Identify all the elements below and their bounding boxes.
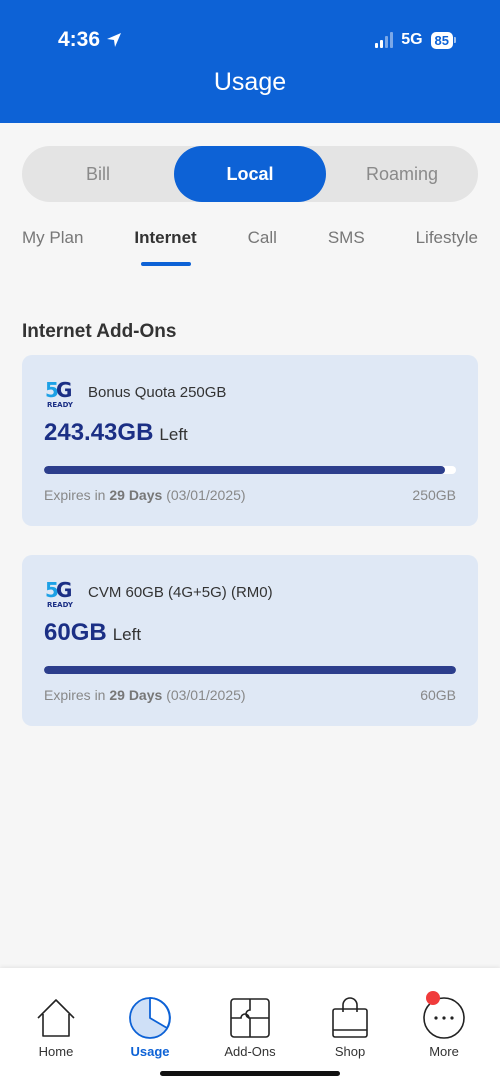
segment-local[interactable]: Local bbox=[174, 146, 326, 202]
svg-text:G: G bbox=[56, 578, 72, 602]
svg-text:READY: READY bbox=[47, 401, 74, 409]
addon-card[interactable]: 5 G READY CVM 60GB (4G+5G) (RM0) 60GB Le… bbox=[22, 555, 478, 726]
clock-text: 4:36 bbox=[58, 28, 101, 51]
addon-expiry: Expires in 29 Days (03/01/2025) bbox=[44, 687, 246, 703]
usage-progress-bar bbox=[44, 466, 456, 474]
nav-add-ons[interactable]: Add-Ons bbox=[210, 996, 290, 1059]
addon-total: 250GB bbox=[412, 487, 456, 503]
segment-bill[interactable]: Bill bbox=[22, 146, 174, 202]
home-indicator bbox=[160, 1071, 340, 1076]
remaining-label: Left bbox=[159, 425, 188, 444]
home-icon bbox=[37, 999, 75, 1037]
nav-shop[interactable]: Shop bbox=[310, 996, 390, 1059]
pie-chart-icon bbox=[129, 997, 171, 1039]
location-arrow-icon bbox=[107, 33, 122, 47]
svg-text:G: G bbox=[56, 378, 72, 402]
svg-text:READY: READY bbox=[47, 601, 74, 609]
expiry-date: (03/01/2025) bbox=[166, 687, 246, 703]
app-header: 4:36 5G 85 Usage bbox=[0, 0, 500, 123]
usage-type-segmented-control: Bill Local Roaming bbox=[22, 146, 478, 202]
page-title: Usage bbox=[213, 68, 287, 96]
bottom-navigation: Home Usage Add-Ons Shop More bbox=[0, 968, 500, 1088]
status-indicators: 5G 85 bbox=[375, 31, 456, 49]
usage-subtabs: My Plan Internet Call SMS Lifestyle bbox=[22, 228, 478, 266]
status-time: 4:36 bbox=[58, 28, 122, 52]
tab-internet[interactable]: Internet bbox=[134, 228, 196, 266]
notification-dot bbox=[426, 991, 440, 1005]
tab-call[interactable]: Call bbox=[248, 228, 277, 266]
segment-roaming[interactable]: Roaming bbox=[326, 146, 478, 202]
expiry-date: (03/01/2025) bbox=[166, 487, 246, 503]
5g-ready-icon: 5 G READY bbox=[45, 378, 74, 409]
addon-name: CVM 60GB (4G+5G) (RM0) bbox=[88, 584, 273, 601]
shopping-bag-icon bbox=[332, 997, 368, 1038]
expiry-days: 29 Days bbox=[109, 687, 163, 703]
usage-progress-fill bbox=[44, 466, 446, 474]
section-title: Internet Add-Ons bbox=[22, 321, 177, 342]
addon-expiry: Expires in 29 Days (03/01/2025) bbox=[44, 487, 246, 503]
tab-sms[interactable]: SMS bbox=[328, 228, 365, 266]
addon-card[interactable]: 5 G READY Bonus Quota 250GB 243.43GB Lef… bbox=[22, 355, 478, 526]
addon-remaining: 60GB Left bbox=[44, 619, 141, 647]
network-type: 5G bbox=[401, 31, 423, 48]
tab-my-plan[interactable]: My Plan bbox=[22, 228, 83, 266]
nav-usage[interactable]: Usage bbox=[110, 996, 190, 1059]
usage-progress-fill bbox=[44, 666, 456, 674]
signal-icon bbox=[375, 32, 394, 48]
addon-name: Bonus Quota 250GB bbox=[88, 384, 227, 401]
expiry-days: 29 Days bbox=[109, 487, 163, 503]
nav-more[interactable]: More bbox=[404, 991, 484, 1059]
remaining-value: 60GB bbox=[44, 619, 107, 646]
tab-lifestyle[interactable]: Lifestyle bbox=[416, 228, 478, 266]
5g-ready-icon: 5 G READY bbox=[45, 578, 74, 609]
puzzle-icon bbox=[230, 998, 270, 1038]
addon-total: 60GB bbox=[420, 687, 456, 703]
nav-home[interactable]: Home bbox=[16, 996, 96, 1059]
addon-remaining: 243.43GB Left bbox=[44, 419, 188, 447]
remaining-value: 243.43GB bbox=[44, 419, 154, 446]
battery-icon: 85 bbox=[430, 31, 456, 49]
remaining-label: Left bbox=[112, 625, 142, 644]
usage-progress-bar bbox=[44, 666, 456, 674]
battery-level: 85 bbox=[430, 31, 453, 49]
